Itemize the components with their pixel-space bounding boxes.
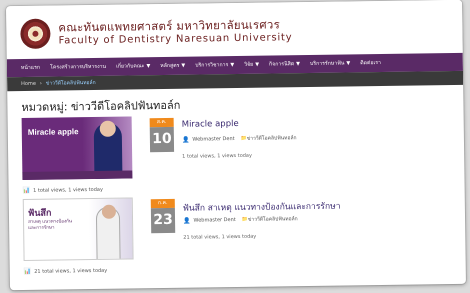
post-title-link[interactable]: ฟันสึก สาเหตุ แนวทางป้องกันและการรักษา [183,199,341,215]
page-title: หมวดหมู่: ข่าววีดีโอคลิปฟันทอล์ก [21,98,181,114]
post-date-month: ส.ค. [149,117,174,128]
nav-item-label: บริการรักษาฟัน [309,60,345,67]
post-views: 1 total views, 1 views today [182,152,252,160]
user-icon: 👤 [183,217,191,225]
thumbnail-strip [22,170,133,180]
post-date-day: 10 [149,126,175,153]
post-date-day: 23 [150,207,176,234]
nav-item-structure[interactable]: โครงสร้างการบริหารงาน [50,63,106,72]
post-meta: 👤 Webmaster Dent 📁 ข่าววีดีโอคลิปฟันทอล์… [182,134,297,144]
post-stats: 📊 1 total views, 1 views today [23,186,103,194]
breadcrumb-separator-icon: › [39,80,42,87]
chevron-down-icon: ▼ [296,61,301,68]
nav-item-label: บริการวิชาการ [195,62,229,69]
post-date-badge: ก.ค. 23 [150,198,176,234]
post-category-link[interactable]: ข่าววีดีโอคลิปฟันทอล์ก [247,134,297,143]
nav-item-research[interactable]: วิจัย ▼ [244,61,259,69]
chevron-down-icon: ▼ [230,62,235,69]
thumbnail-person-head [99,120,116,137]
faculty-logo-icon[interactable] [20,18,51,49]
nav-item-label: หลักสูตร [160,62,180,70]
chart-icon: 📊 [23,267,32,275]
post-title-link[interactable]: Miracle apple [182,119,239,130]
nav-item-label: โครงสร้างการบริหารงาน [50,63,107,71]
post-views: 21 total views, 1 views today [183,233,257,241]
browser-frame: คณะทันตแพทยศาสตร์ มหาวิทยาลัยนเรศวร Facu… [6,0,466,291]
chart-icon: 📊 [22,186,31,194]
nav-item-label: เกี่ยวกับคณะ [116,63,145,70]
post-date-badge: ส.ค. 10 [149,117,175,153]
nav-item-label: หน้าแรก [20,64,41,71]
breadcrumb-current: ข่าววีดีโอคลิปฟันทอล์ก [45,79,96,87]
post-category-link[interactable]: ข่าววีดีโอคลิปฟันทอล์ก [248,215,298,224]
chevron-down-icon: ▼ [255,61,260,68]
nav-item-student-affairs[interactable]: กิจการนิสิต ▼ [269,60,300,68]
post-stats: 📊 21 total views, 1 views today [24,267,108,275]
nav-item-contact[interactable]: ติดต่อเรา [360,59,381,67]
nav-item-dental-service[interactable]: บริการรักษาฟัน ▼ [310,59,350,68]
post-item: ฟันสึก สาเหตุ แนวทางป้องกัน และการรักษา … [22,193,454,279]
thumbnail-person-head [101,204,117,219]
post-thumbnail[interactable]: Miracle apple [21,116,133,180]
nav-item-academic-service[interactable]: บริการวิชาการ ▼ [195,61,234,70]
thumbnail-caption: ฟันสึก [27,208,52,219]
thumbnail-caption: Miracle apple [27,127,79,137]
logo-emblem [29,27,42,40]
nav-item-label: กิจการนิสิต [268,61,295,68]
nav-item-label: ติดต่อเรา [360,59,382,67]
nav-item-curriculum[interactable]: หลักสูตร ▼ [160,62,185,70]
breadcrumb-home[interactable]: Home [21,81,36,87]
nav-item-about[interactable]: เกี่ยวกับคณะ ▼ [116,62,150,70]
post-thumbnail[interactable]: ฟันสึก สาเหตุ แนวทางป้องกัน และการรักษา [22,197,134,261]
nav-item-home[interactable]: หน้าแรก [21,64,40,72]
post-author-link[interactable]: Webmaster Dent [192,136,234,143]
nav-item-label: วิจัย [244,61,254,68]
user-icon: 👤 [181,136,190,144]
chevron-down-icon: ▼ [346,60,351,67]
chevron-down-icon: ▼ [146,63,151,70]
post-meta: 👤 Webmaster Dent 📁 ข่าววีดีโอคลิปฟันทอล์… [183,215,298,225]
site-header: คณะทันตแพทยศาสตร์ มหาวิทยาลัยนเรศวร Facu… [6,0,463,59]
post-item: Miracle apple ส.ค. 10 Miracle apple 👤 We… [21,112,453,198]
chevron-down-icon: ▼ [181,62,186,69]
post-author-link[interactable]: Webmaster Dent [193,217,235,224]
post-date-month: ก.ค. [150,198,175,209]
thumbnail-subcaption: สาเหตุ แนวทางป้องกัน และการรักษา [28,219,72,231]
post-stats-text: 1 total views, 1 views today [33,186,103,194]
post-stats-text: 21 total views, 1 views today [34,267,108,275]
site-title-english[interactable]: Faculty of Dentistry Naresuan University [58,32,292,46]
